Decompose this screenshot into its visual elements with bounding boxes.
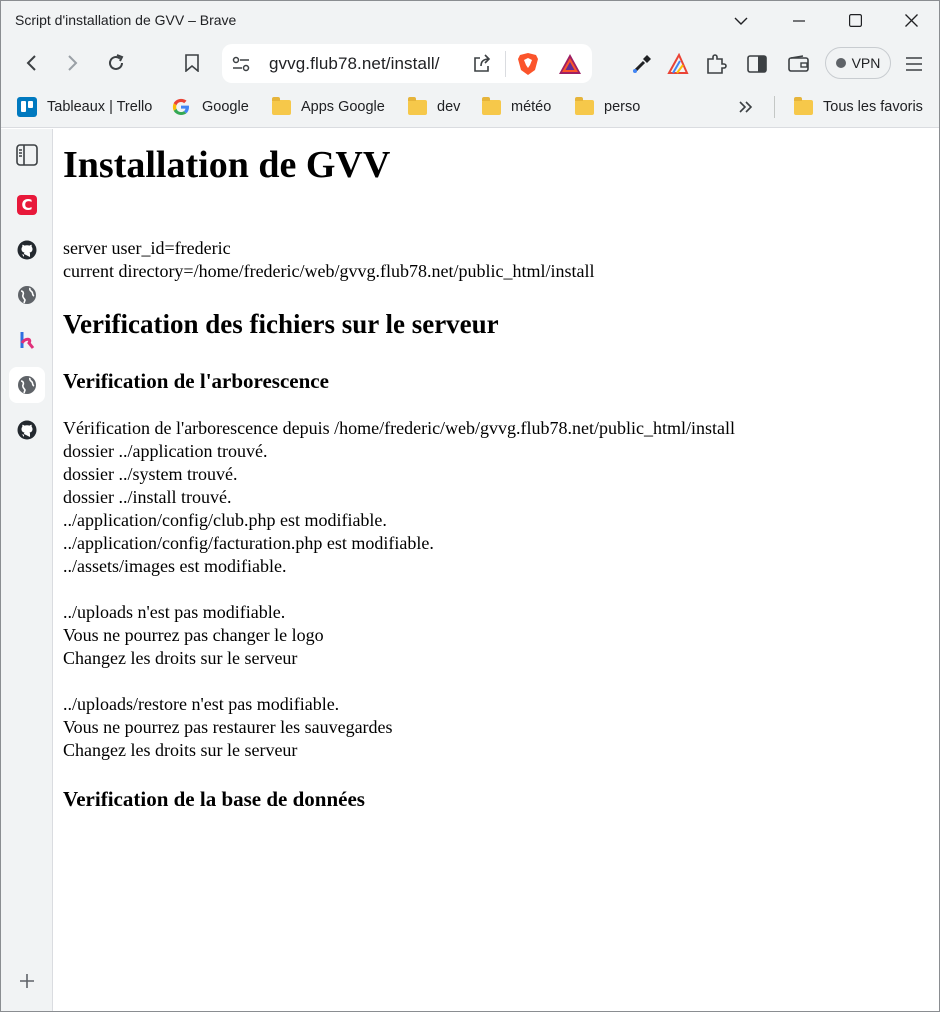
forward-arrow-icon [68,55,78,71]
bookmark-folder-apps-google[interactable]: Apps Google [272,96,385,118]
address-bar-divider [505,51,506,77]
warning-line: ../uploads n'est pas modifiable. [63,602,286,622]
folder-icon [272,96,291,115]
vpn-button[interactable]: VPN [825,47,891,79]
bookmark-label: Tous les favoris [823,99,923,115]
globe-icon [18,376,36,394]
bookmark-label: Google [202,99,249,115]
sidebar-add-button[interactable] [9,963,45,999]
bookmark-label: météo [511,99,552,115]
bookmark-folder-perso[interactable]: perso [575,96,640,118]
reload-icon [109,54,124,70]
bookmarks-divider [774,96,775,118]
extension-icon[interactable] [666,51,690,77]
vpn-status-icon [835,58,846,68]
more-bookmarks-button[interactable] [736,97,756,117]
folder-icon [482,96,501,115]
tab-search-button[interactable] [713,1,769,40]
url-text[interactable]: gvvg.flub78.net/install/ [269,54,440,74]
brave-shields-icon[interactable] [516,51,540,77]
bookmark-trello[interactable]: Tableaux | Trello [17,96,152,118]
back-button[interactable] [15,46,49,80]
sidebar-item-k-app[interactable] [9,322,45,358]
c-app-icon: C [17,195,37,215]
back-arrow-icon [26,55,36,71]
brave-rewards-icon[interactable] [558,51,582,77]
bookmark-label: Apps Google [301,99,385,115]
maximize-icon [848,14,862,27]
sidebar-panel-button[interactable] [9,137,45,173]
log-line: ../assets/images est modifiable. [63,556,287,576]
bookmark-icon [185,54,199,72]
log-line: dossier ../system trouvé. [63,464,238,484]
section-heading-files: Verification des fichiers sur le serveur [63,309,499,339]
page-title: Installation de GVV [63,144,391,186]
trello-icon [17,97,37,117]
extensions-puzzle-icon[interactable] [704,51,728,77]
warning-line: ../uploads/restore n'est pas modifiable. [63,694,340,714]
bookmark-label: Tableaux | Trello [47,99,153,115]
warning-line: Changez les droits sur le serveur [63,740,298,760]
eyedropper-extension-icon[interactable] [630,51,654,77]
bookmark-folder-all-favorites[interactable]: Tous les favoris [794,96,923,118]
k-app-icon [20,332,35,349]
plus-icon [20,974,34,988]
forward-button[interactable] [55,46,89,80]
menu-button[interactable] [902,51,926,77]
log-line: ../application/config/facturation.php es… [63,533,434,553]
folder-icon [794,96,813,115]
minimize-button[interactable] [771,1,827,40]
warning-line: Changez les droits sur le serveur [63,648,298,668]
hamburger-menu-icon [906,57,922,71]
browser-window: Script d'installation de GVV – Brave gvv… [0,0,940,1012]
current-directory-line: current directory=/home/frederic/web/gvv… [63,261,595,281]
sidebar-item-github-2[interactable] [9,412,45,448]
folder-icon [408,96,427,115]
double-chevron-right-icon [739,101,753,113]
warning-line: Vous ne pourrez pas restaurer les sauveg… [63,717,393,737]
vpn-label: VPN [851,55,881,71]
bookmark-button[interactable] [175,46,209,80]
warning-line: Vous ne pourrez pas changer le logo [63,625,324,645]
bookmark-label: dev [437,99,461,115]
log-line: dossier ../application trouvé. [63,441,268,461]
site-settings-icon[interactable] [230,53,252,75]
log-line: ../application/config/club.php est modif… [63,510,387,530]
sidebar-toggle-icon[interactable] [745,51,769,77]
log-line: Vérification de l'arborescence depuis /h… [63,418,736,438]
wallet-icon[interactable] [787,51,811,77]
minimize-icon [793,19,805,22]
sidebar-item-c-app[interactable]: C [9,187,45,223]
globe-icon [18,286,36,304]
subsection-heading-tree: Verification de l'arborescence [63,369,329,393]
sidebar-item-web[interactable] [9,277,45,313]
google-icon [172,98,189,115]
bookmark-label: perso [604,99,641,115]
bookmark-folder-meteo[interactable]: météo [482,96,551,118]
folder-icon [575,96,594,115]
sidebar-item-github[interactable] [9,232,45,268]
server-user-line: server user_id=frederic [63,238,231,258]
bookmark-google[interactable]: Google [172,96,249,118]
sidebar-item-web-active[interactable] [9,367,45,403]
title-bar: Script d'installation de GVV – Brave [1,1,939,40]
share-icon[interactable] [470,52,494,76]
reload-button[interactable] [99,46,133,80]
sidebar-panel-icon [16,144,38,166]
window-title: Script d'installation de GVV – Brave [15,12,237,28]
log-line: dossier ../install trouvé. [63,487,232,507]
github-icon [17,420,37,440]
maximize-button[interactable] [827,1,883,40]
bookmark-folder-dev[interactable]: dev [408,96,460,118]
chevron-down-icon [734,17,748,25]
close-icon [904,14,918,27]
github-icon [17,240,37,260]
subsection-heading-database: Verification de la base de données [63,787,365,811]
close-button[interactable] [883,1,939,40]
